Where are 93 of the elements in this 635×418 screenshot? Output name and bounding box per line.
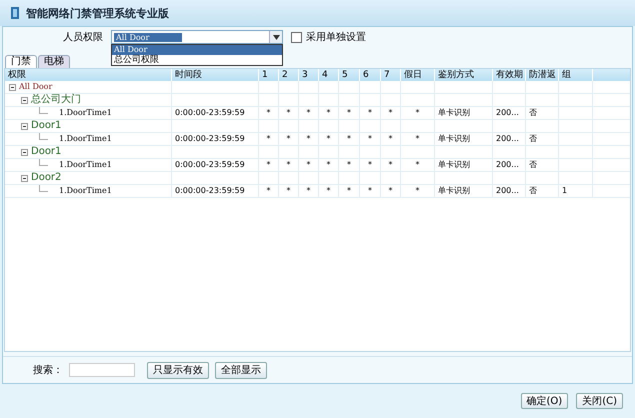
table-cell: 200...: [496, 159, 519, 171]
table-cell: 200...: [496, 107, 519, 119]
table-cell: *: [368, 107, 372, 119]
table-cell: *: [286, 133, 290, 145]
table-cell: *: [286, 159, 290, 171]
filter-button[interactable]: 全部显示: [215, 362, 267, 378]
tab[interactable]: 电梯: [38, 55, 70, 68]
column-header[interactable]: 5: [339, 69, 360, 81]
column-header[interactable]: 7: [381, 69, 401, 81]
collapse-icon[interactable]: [21, 96, 28, 104]
dropdown-option[interactable]: All Door: [112, 45, 282, 55]
tree-leaf[interactable]: 1.DoorTime1: [59, 107, 112, 119]
column-header[interactable]: 权限: [5, 69, 172, 81]
tree-node[interactable]: Door1: [31, 146, 62, 158]
dropdown-option[interactable]: 总公司权限: [112, 55, 282, 65]
table-cell: *: [306, 159, 310, 171]
table-cell: *: [388, 185, 392, 197]
column-header[interactable]: 有效期: [493, 69, 526, 81]
column-header[interactable]: 防潜返: [526, 69, 559, 81]
column-header[interactable]: 4: [319, 69, 339, 81]
collapse-icon[interactable]: [21, 148, 28, 156]
checkbox[interactable]: [291, 32, 302, 42]
search-field[interactable]: [69, 363, 135, 377]
table-cell: *: [266, 133, 270, 145]
tree-node[interactable]: All Door: [19, 81, 52, 93]
tree-leaf[interactable]: 1.DoorTime1: [59, 133, 112, 145]
table-cell: *: [388, 107, 392, 119]
table-cell: *: [326, 159, 330, 171]
table-cell: *: [368, 159, 372, 171]
table-cell: 否: [529, 107, 537, 119]
table-cell: 200...: [496, 185, 519, 197]
column-header[interactable]: 假日: [401, 69, 435, 81]
table-cell: *: [266, 159, 270, 171]
table-cell: 1: [562, 185, 568, 197]
column-header[interactable]: 2: [279, 69, 299, 81]
table-cell: *: [347, 133, 351, 145]
table-cell: *: [347, 107, 351, 119]
table-cell: *: [306, 107, 310, 119]
table-cell: *: [368, 133, 372, 145]
table-cell: *: [286, 107, 290, 119]
column-header[interactable]: 6: [360, 69, 381, 81]
table-cell: *: [266, 107, 270, 119]
table-cell: 0:00:00-23:59:59: [175, 133, 245, 145]
tree-node[interactable]: 总公司大门: [31, 94, 81, 106]
table-cell: 单卡识别: [438, 107, 470, 119]
table-cell: 否: [529, 185, 537, 197]
dialog-button[interactable]: 确定(O): [520, 393, 568, 409]
table-cell: *: [286, 185, 290, 197]
table-cell: 单卡识别: [438, 159, 470, 171]
table-cell: 单卡识别: [438, 133, 470, 145]
table-cell: *: [347, 159, 351, 171]
permission-dropdown[interactable]: All Door: [111, 30, 283, 44]
tree-node[interactable]: Door2: [31, 172, 62, 184]
column-header[interactable]: 时间段: [172, 69, 259, 81]
collapse-icon[interactable]: [21, 174, 28, 182]
table-cell: 200...: [496, 133, 519, 145]
window-title: 智能网络门禁管理系统专业版: [26, 6, 169, 20]
filter-button[interactable]: 只显示有效: [147, 362, 209, 378]
permission-label: 人员权限: [63, 30, 103, 44]
table-cell: 否: [529, 159, 537, 171]
tree-node[interactable]: Door1: [31, 120, 62, 132]
column-header[interactable]: 组: [559, 69, 593, 81]
dialog-button[interactable]: 关闭(C): [576, 393, 623, 409]
collapse-icon[interactable]: [21, 122, 28, 130]
table-cell: *: [347, 185, 351, 197]
collapse-icon[interactable]: [9, 84, 16, 90]
table-cell: *: [416, 133, 420, 145]
table-cell: *: [416, 159, 420, 171]
table-cell: 否: [529, 133, 537, 145]
tree-leaf[interactable]: 1.DoorTime1: [59, 159, 112, 171]
table-cell: *: [326, 133, 330, 145]
tab[interactable]: 门禁: [5, 55, 37, 68]
column-header[interactable]: 3: [299, 69, 319, 81]
checkbox-label: 采用单独设置: [306, 30, 366, 44]
table-cell: 单卡识别: [438, 185, 470, 197]
table-cell: *: [306, 185, 310, 197]
table-cell: 0:00:00-23:59:59: [175, 107, 245, 119]
search-label: 搜索：: [33, 364, 63, 377]
table-cell: *: [306, 133, 310, 145]
table-cell: *: [326, 185, 330, 197]
tree-leaf[interactable]: 1.DoorTime1: [59, 185, 112, 197]
column-header[interactable]: 鉴别方式: [435, 69, 493, 81]
column-header[interactable]: 1: [259, 69, 279, 81]
table-cell: *: [388, 159, 392, 171]
table-cell: *: [416, 185, 420, 197]
table-cell: 0:00:00-23:59:59: [175, 159, 245, 171]
table-cell: 0:00:00-23:59:59: [175, 185, 245, 197]
app-icon: [10, 6, 20, 20]
table-cell: *: [416, 107, 420, 119]
table-cell: *: [326, 107, 330, 119]
table-cell: *: [368, 185, 372, 197]
table-cell: *: [388, 133, 392, 145]
table-cell: *: [266, 185, 270, 197]
